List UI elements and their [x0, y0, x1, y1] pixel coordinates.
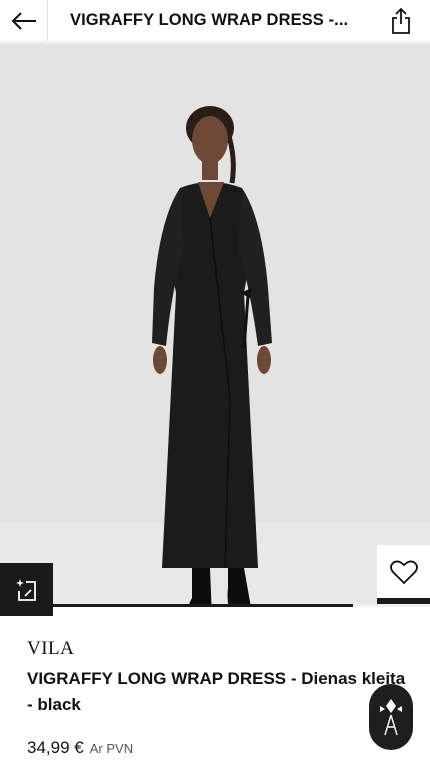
- price-row: 34,99 € Ar PVN: [27, 738, 133, 758]
- assistant-button[interactable]: [369, 684, 413, 750]
- price-vat-note: Ar PVN: [89, 741, 134, 756]
- sparkle-resize-icon: [15, 578, 36, 601]
- wishlist-button[interactable]: [377, 545, 430, 598]
- model-photo: [152, 106, 272, 606]
- diamond-logo-icon: [380, 699, 402, 736]
- share-icon: [392, 7, 410, 34]
- back-button[interactable]: [0, 0, 48, 42]
- product-name: VIGRAFFY LONG WRAP DRESS - Dienas kleita…: [27, 669, 406, 714]
- top-bar: VIGRAFFY LONG WRAP DRESS -...: [0, 0, 430, 42]
- price: 34,99 €: [27, 738, 84, 757]
- size-assistant-button[interactable]: [0, 563, 53, 616]
- heart-icon: [389, 560, 418, 584]
- gallery-progress-fill: [0, 604, 353, 607]
- arrow-left-icon: [11, 11, 36, 30]
- gallery-progress: [0, 604, 430, 607]
- product-image[interactable]: [0, 43, 430, 606]
- brand-name[interactable]: VILA: [27, 638, 74, 660]
- page-title: VIGRAFFY LONG WRAP DRESS -...: [70, 11, 349, 29]
- share-button[interactable]: [372, 0, 430, 42]
